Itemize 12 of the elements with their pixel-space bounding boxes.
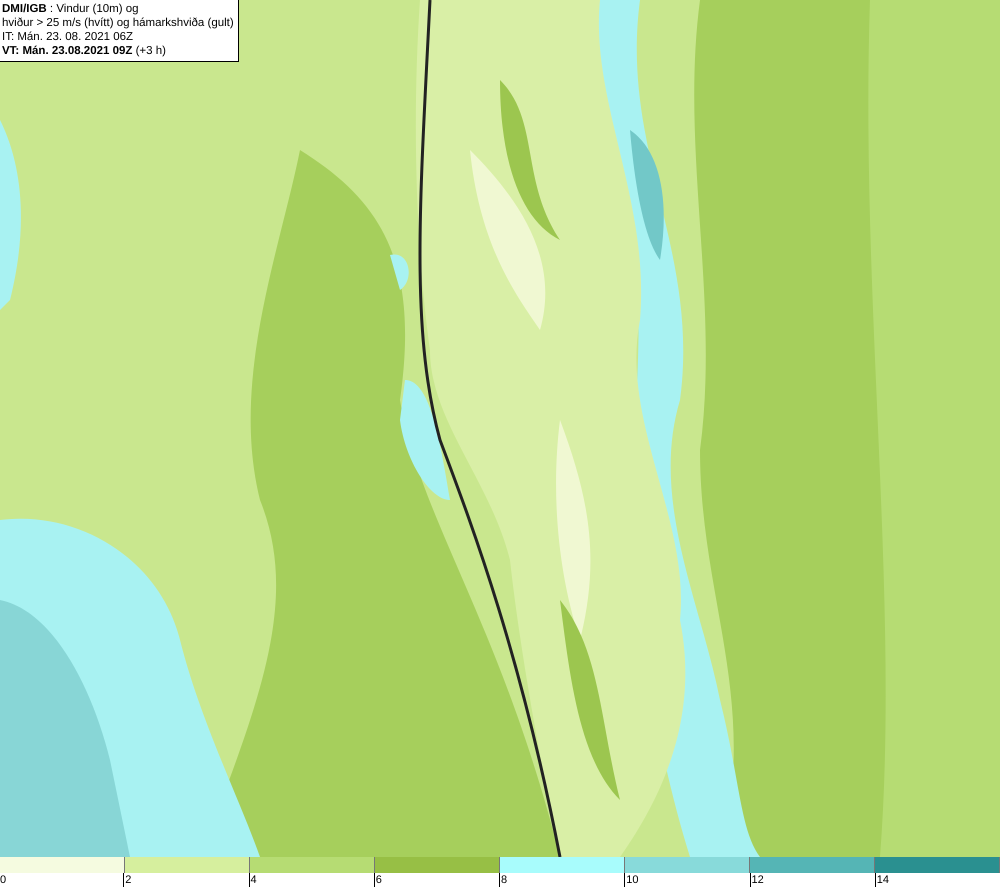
legend-tick-label: 6 bbox=[374, 873, 499, 887]
legend-tick-label: 12 bbox=[750, 873, 875, 887]
legend-tick-label: 4 bbox=[248, 873, 374, 887]
info-text: VT: Mán. 23.08.2021 09Z (+3 h) bbox=[2, 44, 167, 58]
info-text: IT: Mán. 23. 08. 2021 06Z bbox=[2, 30, 134, 44]
legend-tick-label: 0 bbox=[0, 873, 8, 887]
legend-tick-label: 14 bbox=[874, 873, 1000, 887]
info-text: DMI/IGB : Vindur (10m) og bbox=[2, 2, 140, 16]
info-text: hviður > 25 m/s (hvítt) og hámarkshviða (gult) bbox=[2, 16, 234, 30]
legend-tick-label: 10 bbox=[624, 873, 750, 887]
legend-tick-label: 8 bbox=[499, 873, 624, 887]
legend-tick-label: 2 bbox=[123, 873, 248, 887]
